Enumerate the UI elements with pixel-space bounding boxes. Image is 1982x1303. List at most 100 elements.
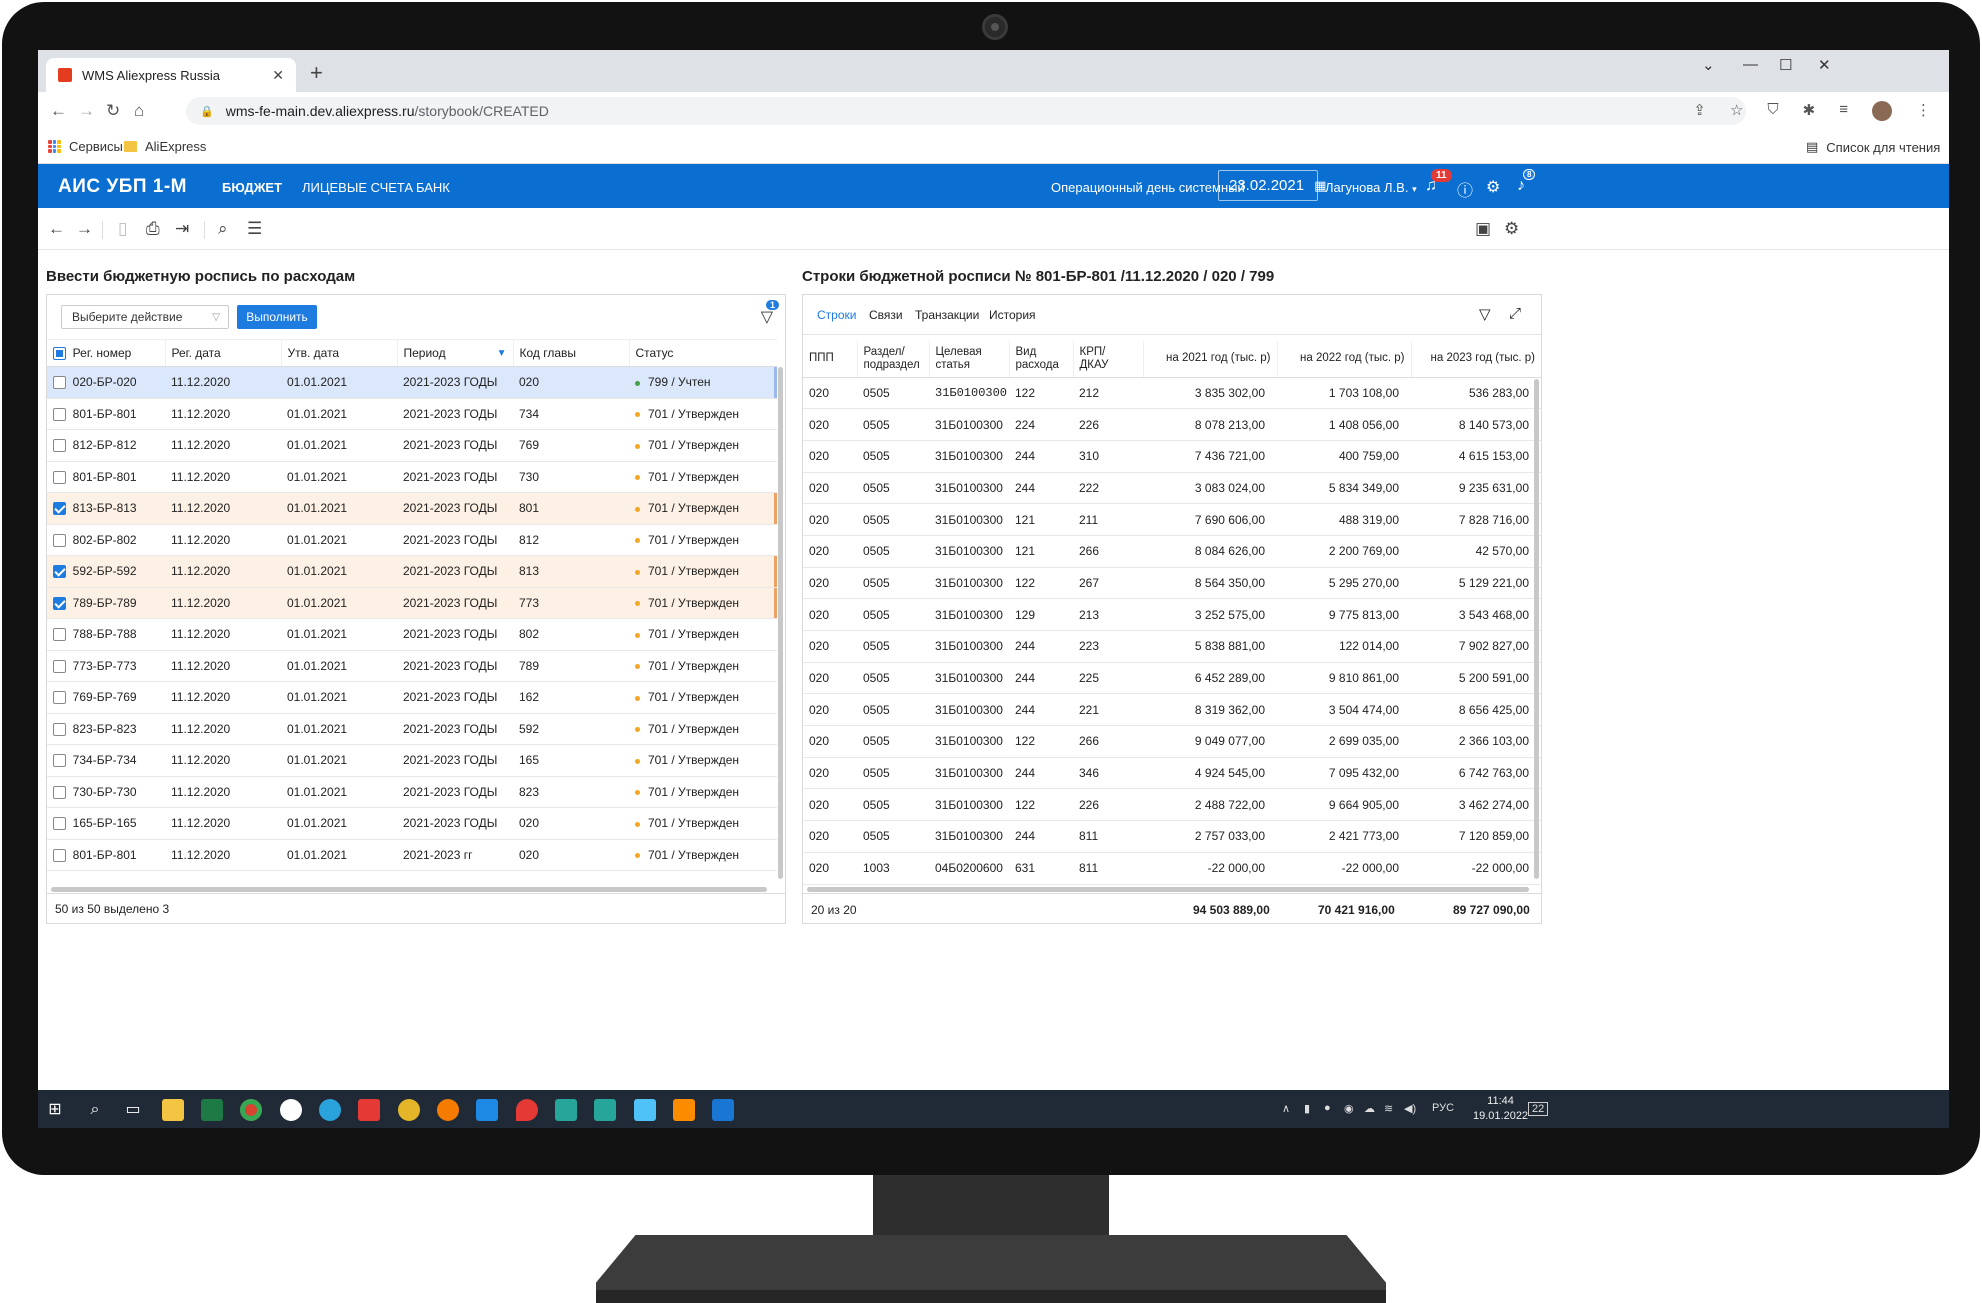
row-checkbox[interactable]: [53, 502, 66, 516]
table-row[interactable]: 773-БР-773 11.12.2020 01.01.2021 2021-2023 …: [47, 650, 777, 682]
url-input[interactable]: 🔒 wms-fe-main.dev.aliexpress.ru/storyboo…: [186, 97, 1746, 125]
table-row[interactable]: 020 0505 31Б0100300 244 225 6 452 289,00 9 810…: [803, 662, 1541, 695]
chrome-icon[interactable]: [240, 1099, 262, 1121]
row-checkbox[interactable]: [53, 376, 66, 390]
row-checkbox[interactable]: [53, 785, 66, 799]
table-row[interactable]: 789-БР-789 11.12.2020 01.01.2021 2021-2023 …: [47, 587, 777, 619]
table-row[interactable]: 020 0505 31Б0100300 122 267 8 564 350,00 5 295…: [803, 567, 1541, 600]
forward-arrow-icon[interactable]: →: [76, 219, 93, 239]
maps-icon[interactable]: [516, 1099, 538, 1121]
maximize-icon[interactable]: ☐: [1779, 56, 1792, 74]
notification-center[interactable]: 22: [1528, 1102, 1549, 1116]
tool-icon[interactable]: [555, 1099, 577, 1121]
horizontal-scrollbar[interactable]: [51, 887, 767, 892]
table-row[interactable]: 769-БР-769 11.12.2020 01.01.2021 2021-2023 …: [47, 681, 777, 714]
table-row[interactable]: 813-БР-813 11.12.2020 01.01.2021 2021-2023 …: [47, 492, 777, 525]
col-reg-date[interactable]: Рег. дата: [164, 339, 281, 367]
volume-icon[interactable]: ◀): [1404, 1102, 1416, 1115]
table-row[interactable]: 823-БР-823 11.12.2020 01.01.2021 2021-2023 …: [47, 713, 777, 745]
media-icon[interactable]: ≡: [1839, 101, 1848, 121]
minimize-icon[interactable]: —: [1743, 56, 1758, 73]
table-row[interactable]: 020 0505 31Б0100300 121 211 7 690 606,00 488 3…: [803, 503, 1541, 536]
database-icon[interactable]: ☰: [247, 219, 262, 239]
diagram-icon[interactable]: [673, 1099, 695, 1121]
row-checkbox[interactable]: [53, 470, 66, 484]
col-section[interactable]: Раздел/ подраздел: [856, 341, 929, 378]
reload-icon[interactable]: ↻: [106, 101, 120, 121]
col-2022[interactable]: на 2022 год (тыс. р): [1276, 341, 1411, 378]
search-icon[interactable]: ⌕: [84, 1099, 106, 1121]
excel-icon[interactable]: [201, 1099, 223, 1121]
col-period[interactable]: Период ▼: [396, 339, 513, 367]
col-krp[interactable]: КРП/ ДКАУ: [1072, 341, 1143, 378]
tab-links[interactable]: Связи: [869, 308, 903, 322]
row-checkbox[interactable]: [53, 628, 66, 642]
gear-icon[interactable]: ⚙: [1486, 177, 1500, 197]
cloud-icon[interactable]: ☁: [1364, 1102, 1375, 1115]
task-view-icon[interactable]: ▭: [122, 1099, 144, 1121]
mic-icon[interactable]: ▮: [1304, 1102, 1310, 1115]
settings-icon[interactable]: ⚙: [1504, 219, 1519, 239]
bell-icon[interactable]: ♪ 8: [1517, 169, 1536, 195]
close-window-icon[interactable]: ✕: [1818, 56, 1831, 74]
extensions-icon[interactable]: ✱: [1803, 101, 1816, 121]
row-checkbox[interactable]: [53, 817, 66, 831]
column-filter-icon[interactable]: ▼: [497, 348, 507, 359]
action-select[interactable]: Выберите действие ▽: [61, 305, 229, 329]
bookmark-aliexpress[interactable]: AliExpress: [124, 139, 206, 154]
table-row[interactable]: 020 0505 31Б0100300 244 346 4 924 545,00 7 095…: [803, 757, 1541, 790]
filter-icon[interactable]: ▽ 1: [761, 300, 779, 327]
table-row[interactable]: 020 0505 31Б0100300 121 266 8 084 626,00 2 200…: [803, 535, 1541, 568]
table-row[interactable]: 801-БР-801 11.12.2020 01.01.2021 2021-2023 …: [47, 398, 777, 430]
back-icon[interactable]: ←: [50, 101, 67, 121]
op-date-field[interactable]: 23.02.2021 ▦: [1218, 170, 1326, 201]
tool-icon[interactable]: [594, 1099, 616, 1121]
expand-icon[interactable]: ⤢: [1509, 305, 1521, 322]
jupyter-icon[interactable]: [437, 1099, 459, 1121]
col-chapter-code[interactable]: Код главы: [512, 339, 629, 367]
close-tab-icon[interactable]: ✕: [272, 67, 284, 84]
row-checkbox[interactable]: [53, 691, 66, 705]
clock[interactable]: 11:44 19.01.2022: [1473, 1094, 1528, 1124]
table-row[interactable]: 020 0505 31Б0100300 122 212 3 835 302,00 1 703…: [803, 377, 1541, 410]
bookmark-services[interactable]: Сервисы: [48, 139, 123, 154]
tab-rows[interactable]: Строки: [817, 308, 856, 322]
row-checkbox[interactable]: [53, 439, 66, 453]
row-checkbox[interactable]: [53, 722, 66, 736]
shield-icon[interactable]: ⛉: [1767, 101, 1778, 121]
browser-tab[interactable]: WMS Aliexpress Russia ✕: [46, 58, 296, 92]
vertical-scrollbar[interactable]: [1534, 379, 1539, 879]
tab-history[interactable]: История: [989, 308, 1036, 322]
user-menu[interactable]: Лагунова Л.В. ▾: [1325, 180, 1417, 195]
row-checkbox[interactable]: [53, 407, 66, 421]
star-icon[interactable]: ☆: [1730, 101, 1743, 121]
table-row[interactable]: 801-БР-801 11.12.2020 01.01.2021 2021-2023 …: [47, 839, 777, 871]
yandex-browser-icon[interactable]: [280, 1099, 302, 1121]
row-checkbox[interactable]: [53, 533, 66, 547]
col-reg-number[interactable]: Рег. номер: [47, 339, 165, 367]
tray-chevron-icon[interactable]: ∧: [1282, 1102, 1290, 1115]
vpn-tray-icon[interactable]: ◉: [1344, 1102, 1354, 1115]
home-icon[interactable]: ⌂: [134, 101, 144, 121]
table-row[interactable]: 801-БР-801 11.12.2020 01.01.2021 2021-2023 …: [47, 461, 777, 493]
table-row[interactable]: 812-БР-812 11.12.2020 01.01.2021 2021-2023 …: [47, 429, 777, 462]
print-icon[interactable]: ⎙: [146, 219, 160, 239]
document-icon[interactable]: ▯: [118, 219, 127, 239]
table-row[interactable]: 020 1003 04Б0200600 631 811 -22 000,00 -22 000…: [803, 852, 1541, 885]
save-icon[interactable]: ▣: [1475, 219, 1491, 239]
profile-avatar[interactable]: [1872, 101, 1892, 121]
table-row[interactable]: 734-БР-734 11.12.2020 01.01.2021 2021-2023 …: [47, 744, 777, 777]
nav-budget[interactable]: БЮДЖЕТ: [222, 180, 282, 195]
share-icon[interactable]: ⇪: [1693, 101, 1706, 121]
table-row[interactable]: 020 0505 31Б0100300 122 266 9 049 077,00 2 699…: [803, 725, 1541, 758]
table-row[interactable]: 020 0505 31Б0100300 244 223 5 838 881,00 122 0…: [803, 630, 1541, 663]
telegram-icon[interactable]: [319, 1099, 341, 1121]
col-target[interactable]: Целевая статья: [928, 341, 1009, 378]
notifications-icon[interactable]: ♫ 11: [1425, 169, 1452, 195]
wifi-icon[interactable]: ≋: [1384, 1102, 1393, 1115]
col-2023[interactable]: на 2023 год (тыс. р): [1410, 341, 1541, 378]
audio-icon[interactable]: [634, 1099, 656, 1121]
select-all-checkbox[interactable]: [53, 347, 66, 361]
horizontal-scrollbar[interactable]: [807, 887, 1529, 892]
table-row[interactable]: 020 0505 31Б0100300 244 310 7 436 721,00 400 7…: [803, 440, 1541, 473]
